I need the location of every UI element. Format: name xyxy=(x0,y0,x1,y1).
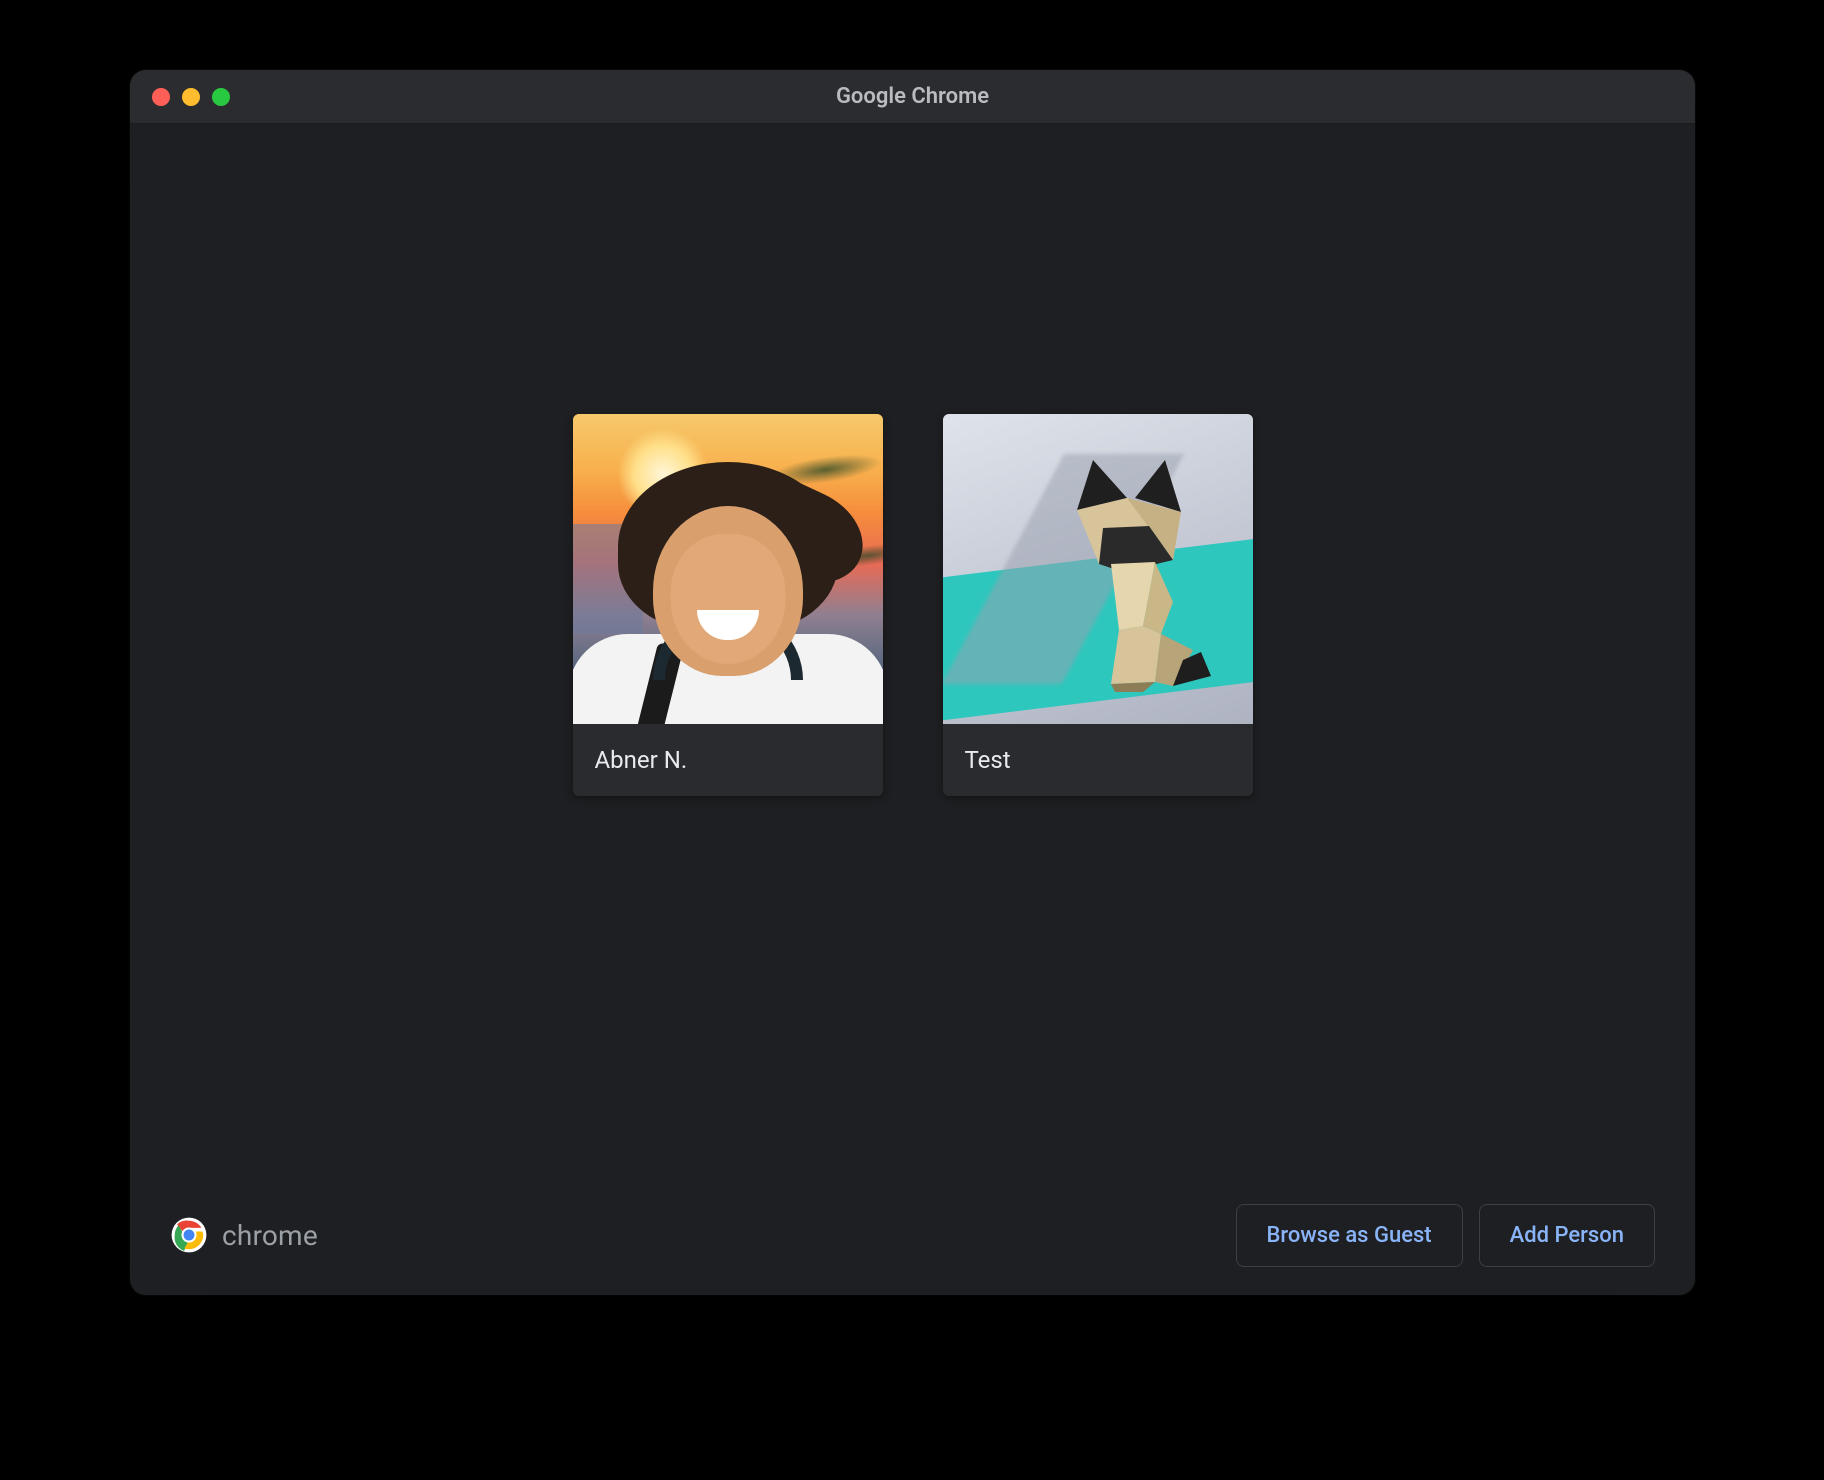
add-person-button[interactable]: Add Person xyxy=(1479,1204,1655,1267)
window-titlebar: Google Chrome xyxy=(130,70,1695,124)
origami-cat-icon xyxy=(1023,452,1223,692)
chrome-logo-icon xyxy=(170,1216,208,1254)
profile-avatar xyxy=(943,414,1253,724)
profile-name-label: Abner N. xyxy=(573,724,883,796)
profile-list: Abner N. xyxy=(573,414,1253,796)
profile-avatar xyxy=(573,414,883,724)
profile-card-test[interactable]: Test xyxy=(943,414,1253,796)
footer-bar: chrome Browse as Guest Add Person xyxy=(130,1175,1695,1295)
browse-as-guest-button[interactable]: Browse as Guest xyxy=(1236,1204,1463,1267)
profile-name-label: Test xyxy=(943,724,1253,796)
chrome-profiles-window: Google Chrome xyxy=(130,70,1695,1295)
window-title: Google Chrome xyxy=(130,84,1695,109)
chrome-brand: chrome xyxy=(170,1216,318,1254)
profile-card-abner[interactable]: Abner N. xyxy=(573,414,883,796)
profile-picker-content: Abner N. xyxy=(130,124,1695,1295)
chrome-brand-label: chrome xyxy=(222,1219,318,1252)
